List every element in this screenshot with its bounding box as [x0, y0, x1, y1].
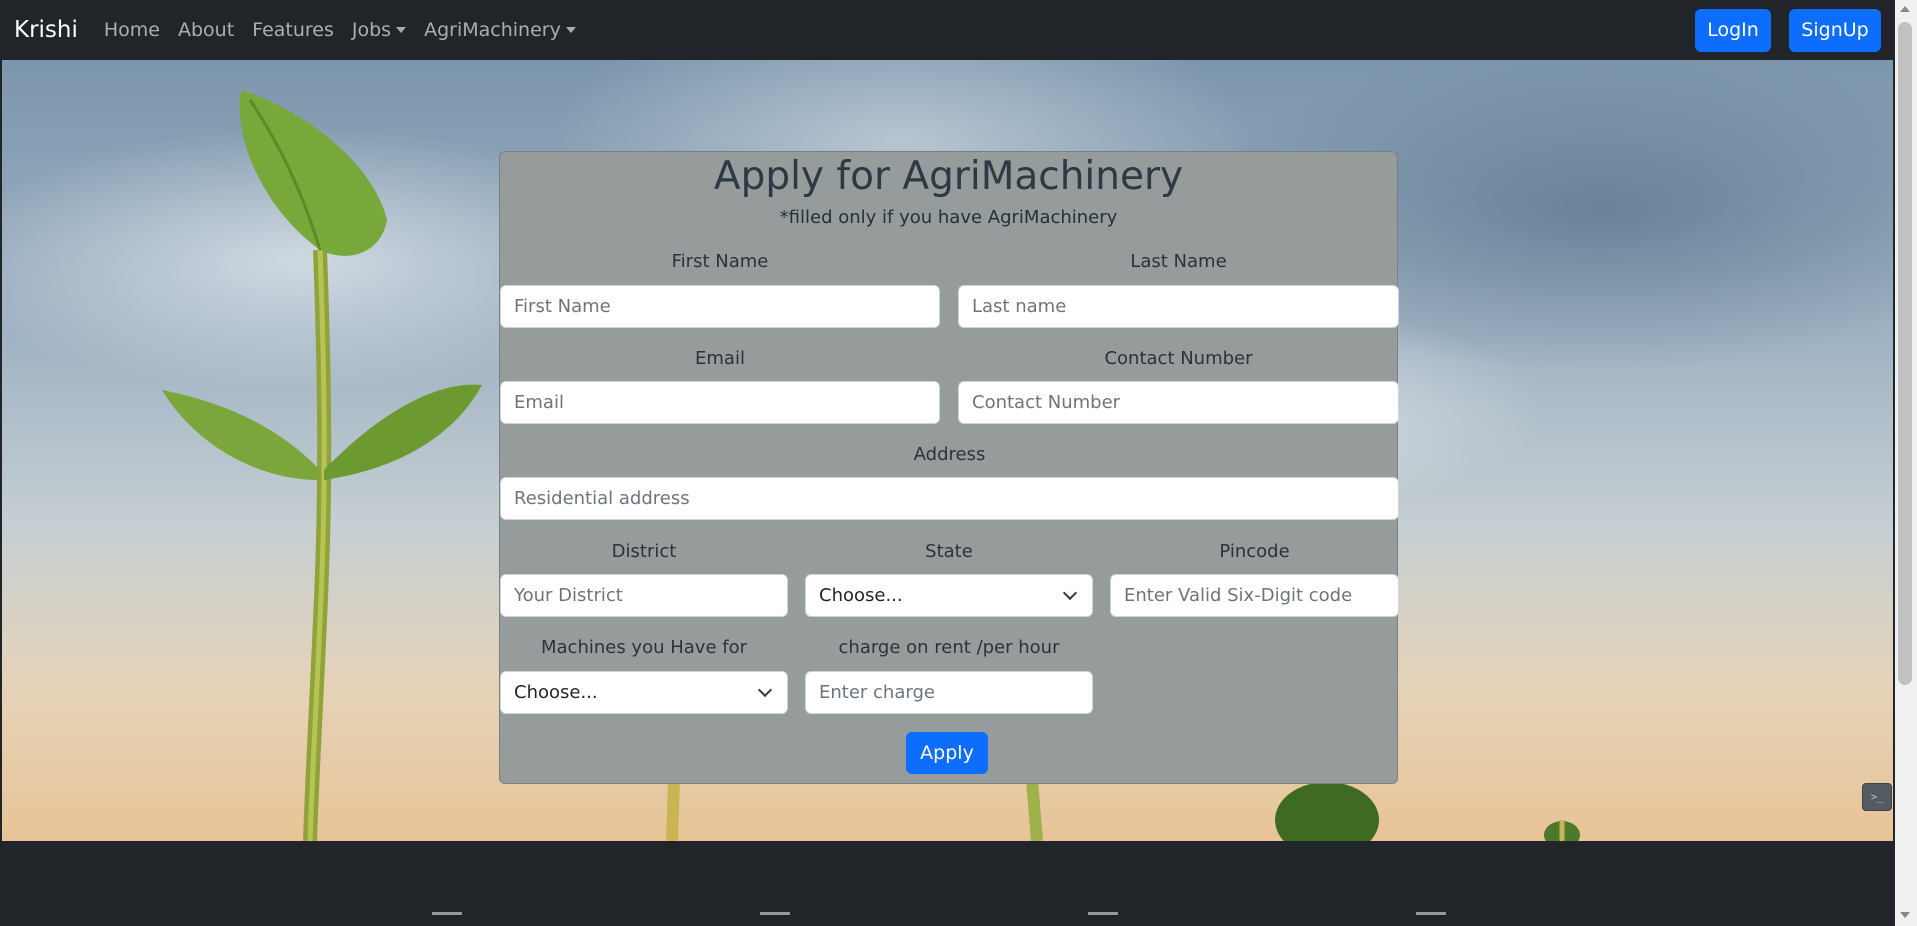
contact-number-label: Contact Number	[1104, 348, 1253, 369]
nav-jobs-label: Jobs	[351, 19, 392, 41]
machines-select-value: Choose...	[514, 682, 598, 703]
console-toggle-icon[interactable]: >_	[1862, 783, 1892, 811]
footer-heading-fragment	[1088, 912, 1118, 926]
footer-heading-fragment	[760, 912, 790, 926]
scrollbar-thumb[interactable]	[1898, 22, 1912, 685]
brand-link[interactable]: Krishi	[14, 17, 78, 43]
chevron-down-icon	[1062, 585, 1078, 600]
footer-heading-fragment	[432, 912, 462, 926]
machines-label: Machines you Have for	[540, 637, 747, 658]
apply-button[interactable]: Apply	[906, 732, 988, 774]
signup-button[interactable]: SignUp	[1789, 8, 1881, 52]
nav-jobs-dropdown[interactable]: Jobs	[351, 19, 407, 41]
contact-number-input[interactable]	[958, 381, 1399, 424]
pincode-input[interactable]	[1110, 574, 1399, 617]
form-title: Apply for AgriMachinery	[713, 154, 1184, 199]
nav-agrimachinery-label: AgriMachinery	[424, 19, 561, 41]
nav-about[interactable]: About	[178, 19, 234, 41]
nav-features[interactable]: Features	[252, 19, 334, 41]
nav-home[interactable]: Home	[104, 19, 160, 41]
state-select[interactable]: Choose...	[805, 574, 1093, 617]
scroll-up-icon[interactable]	[1900, 6, 1910, 12]
last-name-input[interactable]	[958, 285, 1399, 328]
address-label: Address	[913, 444, 986, 465]
apply-form-card: Apply for AgriMachinery *filled only if …	[499, 151, 1399, 784]
nav-agrimachinery-dropdown[interactable]: AgriMachinery	[424, 19, 576, 41]
caret-down-icon	[565, 27, 576, 33]
nav-auth-buttons: LogIn SignUp	[1695, 8, 1881, 52]
first-name-input[interactable]	[500, 285, 940, 328]
navbar: Krishi Home About Features Jobs AgriMach…	[0, 0, 1895, 60]
state-label: State	[925, 541, 973, 562]
state-select-value: Choose...	[819, 585, 903, 606]
address-input[interactable]	[500, 477, 1399, 520]
scroll-down-icon[interactable]	[1900, 912, 1910, 918]
first-name-label: First Name	[671, 251, 769, 272]
last-name-label: Last Name	[1130, 251, 1227, 272]
pincode-label: Pincode	[1219, 541, 1290, 562]
machines-select[interactable]: Choose...	[500, 671, 788, 714]
district-input[interactable]	[500, 574, 788, 617]
login-button[interactable]: LogIn	[1695, 8, 1771, 52]
form-subtitle: *filled only if you have AgriMachinery	[779, 207, 1118, 228]
email-input[interactable]	[500, 381, 940, 424]
charge-label: charge on rent /per hour	[838, 637, 1060, 658]
district-label: District	[611, 541, 677, 562]
charge-input[interactable]	[805, 671, 1093, 714]
email-label: Email	[695, 348, 745, 369]
footer-heading-fragment	[1416, 912, 1446, 926]
caret-down-icon	[396, 27, 407, 33]
chevron-down-icon	[757, 682, 773, 697]
